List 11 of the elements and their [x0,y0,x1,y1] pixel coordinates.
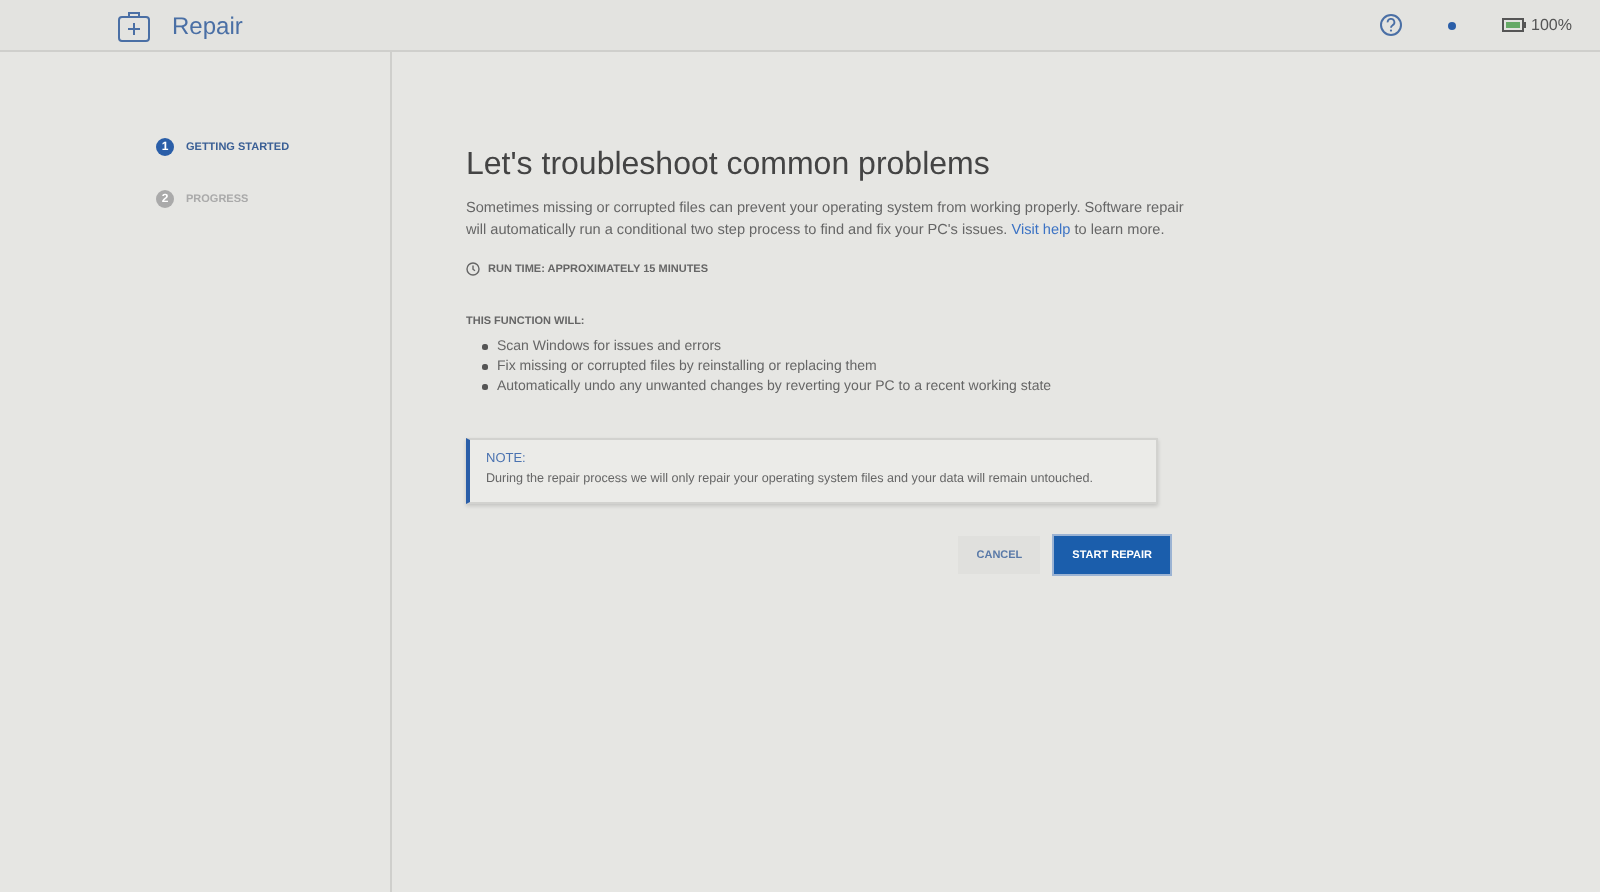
battery-percentage: 100% [1531,16,1572,34]
status-dot-icon [1445,19,1458,31]
battery-icon [1501,18,1526,32]
bullet-icon [482,344,487,350]
first-aid-kit-icon [116,7,152,43]
clock-icon [466,262,480,276]
bullet-icon [482,364,487,370]
help-icon[interactable] [1379,14,1402,36]
bullet-icon [482,384,487,390]
app-title: Repair [172,11,243,39]
page-heading: Let's troubleshoot common problems [466,148,992,184]
